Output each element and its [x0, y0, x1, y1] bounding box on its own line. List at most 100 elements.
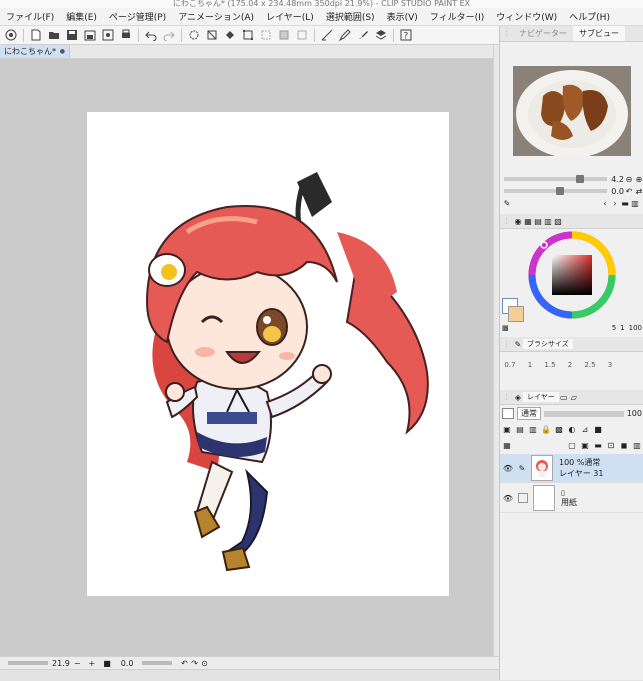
new-folder-icon[interactable]: ▬	[593, 440, 603, 450]
transform-icon[interactable]	[241, 28, 255, 42]
draft-icon[interactable]: ▥	[528, 424, 538, 434]
blend-mode-select[interactable]: 通常	[517, 407, 541, 420]
document-tab-close[interactable]: ●	[60, 48, 65, 55]
lock-icon[interactable]: 🔒	[541, 424, 551, 434]
brush-size-tab[interactable]: ブラシサイズ	[523, 339, 573, 349]
color-icon[interactable]: ■	[593, 424, 603, 434]
menu-edit[interactable]: 編集(E)	[60, 10, 103, 23]
sub-color-swatch[interactable]	[508, 306, 524, 322]
redo-icon[interactable]	[162, 28, 176, 42]
color-wheel-tab-icon[interactable]: ◉	[513, 216, 523, 226]
zoom-slider[interactable]	[8, 661, 48, 665]
crop-icon[interactable]	[295, 28, 309, 42]
brush-size-1[interactable]: 1	[520, 361, 540, 369]
brush-size-5[interactable]: 3	[600, 361, 620, 369]
history-color-tab-icon[interactable]: ▧	[553, 216, 563, 226]
canvas-area[interactable]	[0, 59, 493, 656]
ruler-icon[interactable]	[320, 28, 334, 42]
export-icon[interactable]	[101, 28, 115, 42]
tab-navigator[interactable]: ナビゲーター	[513, 28, 573, 39]
menu-selection[interactable]: 選択範囲(S)	[320, 10, 381, 23]
next-icon[interactable]: ›	[610, 198, 620, 208]
eyedropper-icon[interactable]: ✎	[502, 198, 512, 208]
layer-checkbox[interactable]	[518, 493, 528, 503]
folder-icon[interactable]: ▬	[620, 198, 630, 208]
deselect-icon[interactable]	[259, 28, 273, 42]
layer-toolbar-1: ▣ ▤ ▥ 🔒 ▩ ◐ ⊿ ■	[502, 423, 642, 435]
menu-page[interactable]: ページ管理(P)	[103, 10, 172, 23]
zoom-in-button[interactable]: +	[89, 659, 96, 668]
clear-icon[interactable]	[205, 28, 219, 42]
navigator-rotate-slider[interactable]	[504, 187, 608, 195]
zoom-out-button[interactable]: −	[74, 659, 81, 668]
rotate-ccw-icon[interactable]: ↶	[624, 186, 634, 196]
flip-icon[interactable]: ⇄	[634, 186, 643, 196]
menu-window[interactable]: ウィンドウ(W)	[490, 10, 563, 23]
brush-size-4[interactable]: 2.5	[580, 361, 600, 369]
fill-icon[interactable]	[223, 28, 237, 42]
print-icon[interactable]	[119, 28, 133, 42]
menu-animation[interactable]: アニメーション(A)	[172, 10, 260, 23]
layer-search-tab-icon[interactable]: ▱	[569, 392, 579, 402]
menu-layer[interactable]: レイヤー(L)	[260, 10, 320, 23]
help-icon[interactable]: ?	[399, 28, 413, 42]
visibility-eye-icon[interactable]: 👁	[503, 463, 513, 473]
brush-size-3[interactable]: 2	[560, 361, 580, 369]
prev-icon[interactable]: ‹	[600, 198, 610, 208]
invert-selection-icon[interactable]	[277, 28, 291, 42]
layer-property-tab-icon[interactable]: ▭	[559, 392, 569, 402]
subview-image[interactable]	[513, 66, 631, 156]
new-file-icon[interactable]	[29, 28, 43, 42]
visibility-eye-icon[interactable]: 👁	[503, 493, 513, 503]
pen-icon[interactable]	[338, 28, 352, 42]
approx-color-tab-icon[interactable]: ▥	[543, 216, 553, 226]
clip-icon[interactable]: ▣	[502, 424, 512, 434]
layer-mask-icon[interactable]: ◼	[619, 440, 629, 450]
navigator-zoom-slider[interactable]	[504, 175, 608, 183]
brush-icon[interactable]	[356, 28, 370, 42]
layer-color-box[interactable]	[502, 408, 514, 419]
rotate-slider[interactable]	[141, 661, 172, 665]
merge-layer-icon[interactable]: ⊡	[606, 440, 616, 450]
transparent-color-icon[interactable]: ▩	[502, 324, 509, 332]
reset-rotation-icon[interactable]: ⊙	[200, 658, 210, 668]
layer-row-paper[interactable]: 👁 ▯ 用紙	[500, 484, 643, 513]
color-wheel[interactable]	[528, 231, 616, 319]
menu-file[interactable]: ファイル(F)	[0, 10, 60, 23]
brush-size-0[interactable]: 0.7	[500, 361, 520, 369]
trash-icon[interactable]: ▥	[630, 198, 640, 208]
rotate-left-icon[interactable]: ↶	[180, 658, 190, 668]
menu-filter[interactable]: フィルター(I)	[424, 10, 491, 23]
undo-icon[interactable]	[144, 28, 158, 42]
zoom-in-icon[interactable]: ⊕	[634, 174, 643, 184]
mask-icon[interactable]: ◐	[567, 424, 577, 434]
zoom-value: 21.9	[52, 658, 70, 668]
brush-size-2[interactable]: 1.5	[540, 361, 560, 369]
tab-subview[interactable]: サブビュー	[573, 26, 625, 41]
intermediate-color-tab-icon[interactable]: ▤	[533, 216, 543, 226]
new-raster-layer-icon[interactable]: ▢	[567, 440, 577, 450]
tab-layer[interactable]: レイヤー	[523, 392, 559, 402]
save-as-icon[interactable]	[83, 28, 97, 42]
layer-stack-icon[interactable]	[374, 28, 388, 42]
document-tab[interactable]: にわこちゃん* ●	[0, 45, 70, 58]
app-icon[interactable]	[4, 28, 18, 42]
rotate-right-icon[interactable]: ↷	[190, 658, 200, 668]
color-set-tab-icon[interactable]: ▦	[523, 216, 533, 226]
layer-panel-menu-icon[interactable]: ▦	[502, 440, 512, 450]
new-vector-layer-icon[interactable]: ▣	[580, 440, 590, 450]
stop-icon[interactable]: ■	[103, 659, 111, 668]
zoom-out-icon[interactable]: ⊖	[624, 174, 634, 184]
open-folder-icon[interactable]	[47, 28, 61, 42]
opacity-slider[interactable]	[544, 410, 624, 417]
reference-icon[interactable]: ▤	[515, 424, 525, 434]
lock-transparency-icon[interactable]: ▩	[554, 424, 564, 434]
ruler-layer-icon[interactable]: ⊿	[580, 424, 590, 434]
canvas-paper[interactable]	[87, 112, 449, 596]
delete-layer-icon[interactable]: ▥	[632, 440, 642, 450]
menu-help[interactable]: ヘルプ(H)	[563, 10, 616, 23]
menu-view[interactable]: 表示(V)	[381, 10, 424, 23]
layer-row-31[interactable]: 👁 ✎ 100 %通常 レイヤー 31	[500, 454, 643, 483]
loading-icon[interactable]	[187, 28, 201, 42]
save-icon[interactable]	[65, 28, 79, 42]
